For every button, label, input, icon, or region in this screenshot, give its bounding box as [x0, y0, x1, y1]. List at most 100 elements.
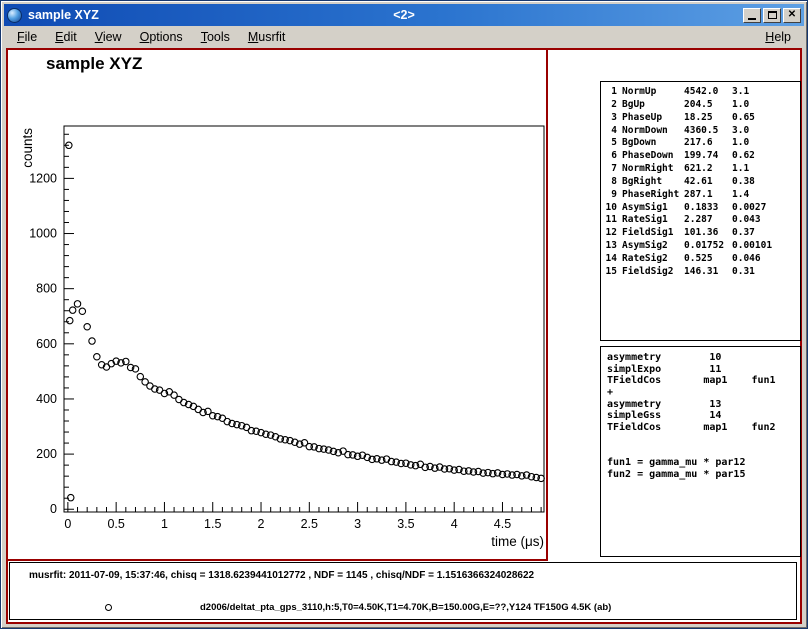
param-value: 0.1833: [684, 202, 732, 215]
theory-line: +: [607, 387, 794, 399]
param-error: 1.0: [732, 99, 797, 112]
param-row: 5 BgDown 217.6 1.0: [604, 137, 797, 150]
close-button[interactable]: ✕: [783, 8, 801, 23]
param-value: 146.31: [684, 266, 732, 279]
param-row: 1 NormUp 4542.0 3.1: [604, 86, 797, 99]
window-controls: ✕: [741, 8, 801, 23]
maximize-icon: [768, 11, 777, 19]
menu-left: File Edit View Options Tools Musrfit: [8, 28, 294, 47]
menu-item-help[interactable]: Help: [756, 28, 800, 47]
param-error: 0.65: [732, 112, 797, 125]
svg-text:1200: 1200: [29, 171, 57, 185]
param-name: PhaseRight: [622, 189, 684, 202]
param-id: 8: [604, 176, 617, 189]
svg-text:600: 600: [36, 337, 57, 351]
svg-text:3: 3: [354, 517, 361, 531]
theory-line: TFieldCos map1 fun2: [607, 422, 794, 434]
svg-text:0.5: 0.5: [107, 517, 124, 531]
plot-pad[interactable]: 00.511.522.533.544.502004006008001000120…: [8, 50, 548, 561]
param-row: 4 NormDown 4360.5 3.0: [604, 125, 797, 138]
root-canvas[interactable]: 00.511.522.533.544.502004006008001000120…: [6, 48, 802, 624]
theory-line: TFieldCos map1 fun1: [607, 375, 794, 387]
theory-line: [607, 434, 794, 446]
svg-text:400: 400: [36, 392, 57, 406]
param-id: 3: [604, 112, 617, 125]
theory-line: fun2 = gamma_mu * par15: [607, 469, 794, 481]
param-row: 12 FieldSig1 101.36 0.37: [604, 227, 797, 240]
fit-info-text: musrfit: 2011-07-09, 15:37:46, chisq = 1…: [29, 570, 534, 581]
param-error: 0.38: [732, 176, 797, 189]
param-error: 0.043: [732, 214, 797, 227]
param-id: 9: [604, 189, 617, 202]
param-error: 0.62: [732, 150, 797, 163]
y-axis-label: counts: [20, 128, 35, 168]
param-id: 15: [604, 266, 617, 279]
param-error: 0.0027: [732, 202, 797, 215]
param-error: 3.0: [732, 125, 797, 138]
svg-text:1.5: 1.5: [204, 517, 221, 531]
param-name: AsymSig2: [622, 240, 684, 253]
param-error: 0.046: [732, 253, 797, 266]
param-id: 1: [604, 86, 617, 99]
menu-item[interactable]: Options: [131, 28, 192, 47]
menu-item[interactable]: View: [86, 28, 131, 47]
minimize-icon: [748, 18, 756, 20]
param-row: 15 FieldSig2 146.31 0.31: [604, 266, 797, 279]
param-value: 101.36: [684, 227, 732, 240]
window-subtitle: <2>: [393, 8, 415, 22]
param-value: 0.01752: [684, 240, 732, 253]
param-id: 11: [604, 214, 617, 227]
param-row: 3 PhaseUp 18.25 0.65: [604, 112, 797, 125]
menu-item[interactable]: Musrfit: [239, 28, 295, 47]
param-error: 1.0: [732, 137, 797, 150]
legend-text: d2006/deltat_pta_gps_3110,h:5,T0=4.50K,T…: [200, 602, 611, 613]
fit-info-box: musrfit: 2011-07-09, 15:37:46, chisq = 1…: [9, 562, 797, 620]
param-row: 10 AsymSig1 0.1833 0.0027: [604, 202, 797, 215]
param-row: 9 PhaseRight 287.1 1.4: [604, 189, 797, 202]
param-value: 204.5: [684, 99, 732, 112]
svg-text:200: 200: [36, 447, 57, 461]
param-row: 13 AsymSig2 0.01752 0.00101: [604, 240, 797, 253]
param-row: 7 NormRight 621.2 1.1: [604, 163, 797, 176]
legend-row: d2006/deltat_pta_gps_3110,h:5,T0=4.50K,T…: [10, 601, 796, 615]
svg-text:800: 800: [36, 282, 57, 296]
svg-text:1: 1: [161, 517, 168, 531]
param-error: 3.1: [732, 86, 797, 99]
fit-parameters-box: 1 NormUp 4542.0 3.1 2 BgUp 204.5 1.0 3 P…: [600, 81, 801, 341]
menu-item[interactable]: Edit: [46, 28, 86, 47]
param-value: 18.25: [684, 112, 732, 125]
param-id: 2: [604, 99, 617, 112]
param-error: 0.37: [732, 227, 797, 240]
theory-line: [607, 446, 794, 458]
theory-line: simplExpo 11: [607, 364, 794, 376]
svg-text:2.5: 2.5: [301, 517, 318, 531]
param-value: 621.2: [684, 163, 732, 176]
svg-text:2: 2: [258, 517, 265, 531]
param-row: 14 RateSig2 0.525 0.046: [604, 253, 797, 266]
menu-item[interactable]: Tools: [192, 28, 239, 47]
minimize-button[interactable]: [743, 8, 761, 23]
param-value: 199.74: [684, 150, 732, 163]
x-axis-label: time (μs): [388, 534, 544, 549]
decay-histogram-plot[interactable]: 00.511.522.533.544.502004006008001000120…: [8, 50, 546, 559]
param-row: 6 PhaseDown 199.74 0.62: [604, 150, 797, 163]
svg-text:1000: 1000: [29, 227, 57, 241]
param-id: 14: [604, 253, 617, 266]
param-name: FieldSig2: [622, 266, 684, 279]
param-value: 287.1: [684, 189, 732, 202]
param-error: 0.00101: [732, 240, 797, 253]
param-id: 12: [604, 227, 617, 240]
param-row: 11 RateSig1 2.287 0.043: [604, 214, 797, 227]
theory-line: asymmetry 10: [607, 352, 794, 364]
svg-text:4: 4: [451, 517, 458, 531]
maximize-button[interactable]: [763, 8, 781, 23]
param-id: 4: [604, 125, 617, 138]
theory-line: fun1 = gamma_mu * par12: [607, 457, 794, 469]
window-title: sample XYZ: [28, 8, 99, 22]
svg-text:0: 0: [64, 517, 71, 531]
param-id: 7: [604, 163, 617, 176]
param-id: 13: [604, 240, 617, 253]
param-id: 5: [604, 137, 617, 150]
theory-box: asymmetry 10 simplExpo 11 TFieldCos map1…: [600, 346, 801, 557]
menu-item[interactable]: File: [8, 28, 46, 47]
